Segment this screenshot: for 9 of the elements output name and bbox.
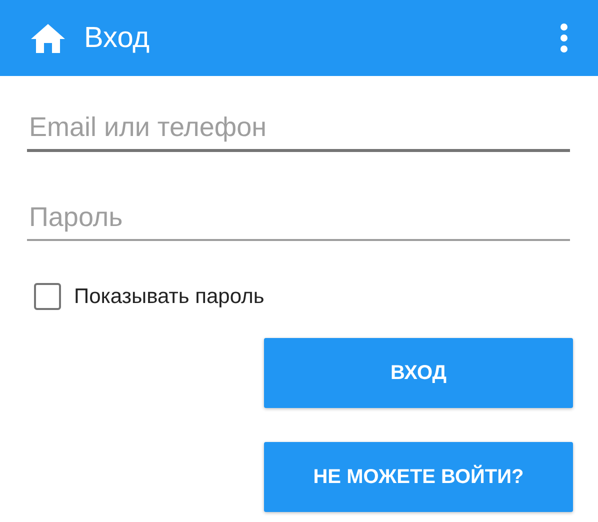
email-field[interactable]: Email или телефон: [27, 112, 570, 152]
cant-sign-in-button[interactable]: НЕ МОЖЕТЕ ВОЙТИ?: [264, 442, 573, 512]
password-field[interactable]: Пароль: [27, 202, 570, 241]
screen-title: Вход: [84, 22, 151, 54]
checkbox[interactable]: [34, 283, 61, 310]
home-icon[interactable]: [30, 22, 66, 54]
login-button[interactable]: ВХОД: [264, 338, 573, 408]
checkbox-label: Показывать пароль: [74, 284, 264, 308]
more-options-icon[interactable]: [560, 23, 568, 53]
